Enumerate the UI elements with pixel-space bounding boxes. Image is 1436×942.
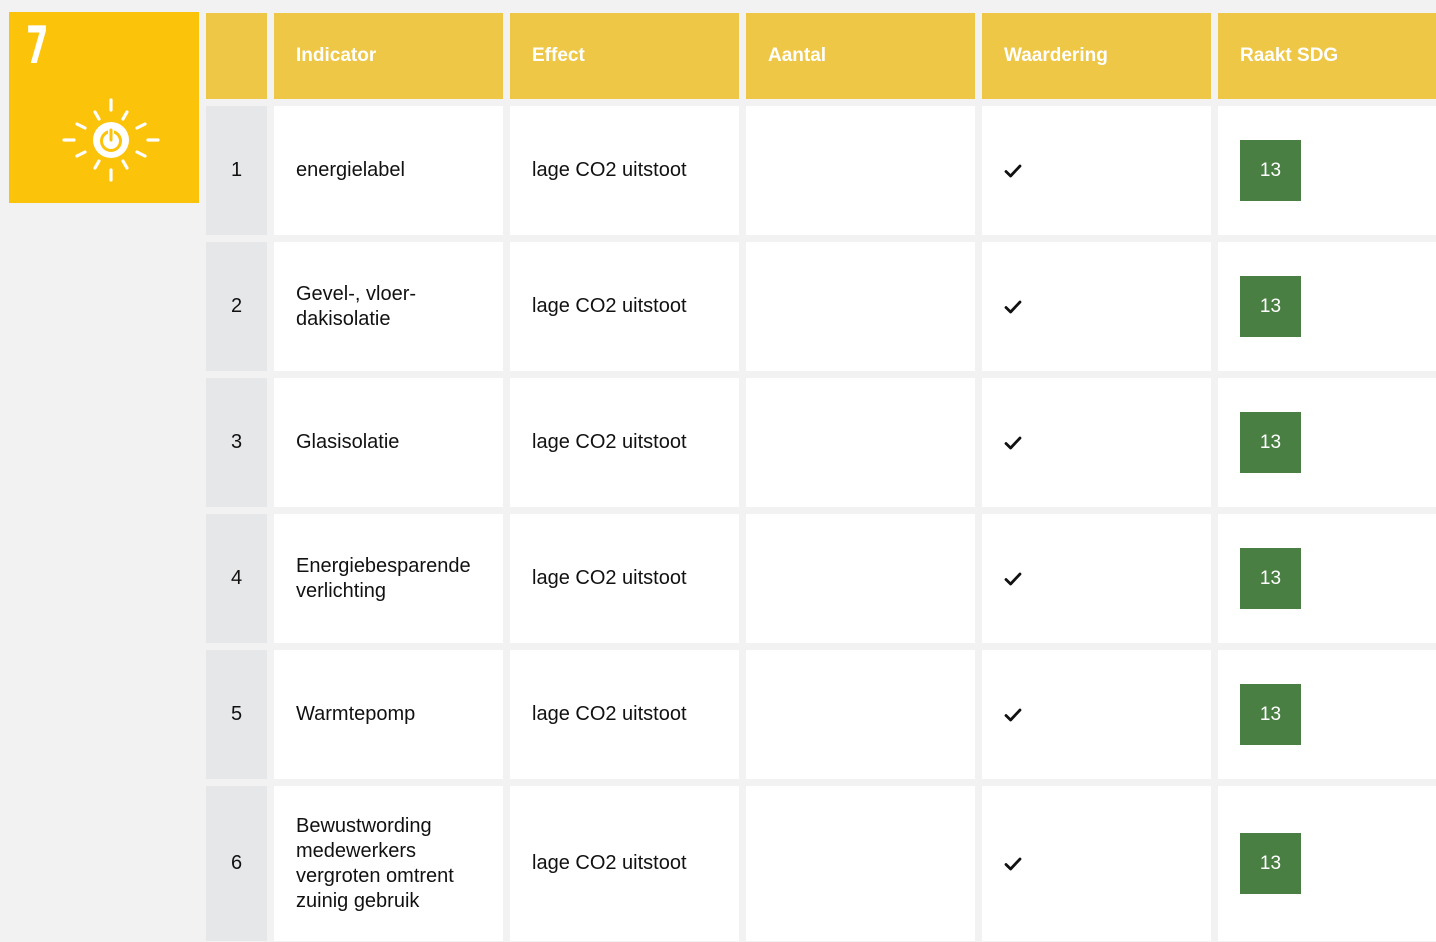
- aantal-cell: [746, 650, 975, 779]
- row-number: 2: [206, 242, 267, 371]
- aantal-cell: [746, 106, 975, 235]
- check-icon: [1004, 572, 1022, 585]
- sdg-13-badge: 13: [1240, 684, 1301, 745]
- aantal-cell: [746, 786, 975, 941]
- indicator-table: Indicator Effect Aantal Waardering Raakt SDG…: [206, 13, 1436, 941]
- effect-cell: lage CO2 uitstoot: [510, 786, 739, 941]
- effect-cell: lage CO2 uitstoot: [510, 242, 739, 371]
- row-number: 4: [206, 514, 267, 643]
- sdg-13-badge: 13: [1240, 833, 1301, 894]
- sdg-13-badge: 13: [1240, 548, 1301, 609]
- indicator-label: Glasisolatie: [296, 431, 400, 453]
- header-effect: Effect: [510, 13, 739, 99]
- indicator-cell: Bewustwording medewerkers vergroten omtr…: [274, 786, 503, 941]
- raakt-sdg-cell: 13: [1218, 786, 1436, 941]
- check-icon: [1004, 300, 1022, 313]
- waardering-cell: [982, 106, 1211, 235]
- aantal-cell: [746, 378, 975, 507]
- sdg-goal-tile: 7: [9, 12, 199, 203]
- indicator-label: Warmtepomp: [296, 703, 416, 725]
- row-number: 3: [206, 378, 267, 507]
- indicator-cell: energielabel: [274, 106, 503, 235]
- check-icon: [1004, 164, 1022, 177]
- sdg-goal-number: 7: [26, 16, 49, 76]
- effect-cell: lage CO2 uitstoot: [510, 378, 739, 507]
- indicator-cell: Energiebesparende verlichting: [274, 514, 503, 643]
- indicator-label: Energiebesparende verlichting: [296, 554, 471, 602]
- aantal-cell: [746, 242, 975, 371]
- indicator-label: energielabel: [296, 159, 405, 181]
- indicator-label: Gevel-, vloer- dakisolatie: [296, 282, 417, 330]
- effect-cell: lage CO2 uitstoot: [510, 514, 739, 643]
- check-icon: [1004, 857, 1022, 870]
- indicator-cell: Gevel-, vloer- dakisolatie: [274, 242, 503, 371]
- sdg-13-badge: 13: [1240, 412, 1301, 473]
- raakt-sdg-cell: 13: [1218, 514, 1436, 643]
- header-aantal: Aantal: [746, 13, 975, 99]
- row-number: 6: [206, 786, 267, 941]
- effect-cell: lage CO2 uitstoot: [510, 650, 739, 779]
- aantal-cell: [746, 514, 975, 643]
- header-raakt-sdg: Raakt SDG: [1218, 13, 1436, 99]
- sdg-13-badge: 13: [1240, 140, 1301, 201]
- raakt-sdg-cell: 13: [1218, 106, 1436, 235]
- indicator-label: Bewustwording medewerkers vergroten omtr…: [296, 814, 454, 912]
- effect-cell: lage CO2 uitstoot: [510, 106, 739, 235]
- waardering-cell: [982, 786, 1211, 941]
- raakt-sdg-cell: 13: [1218, 378, 1436, 507]
- check-icon: [1004, 708, 1022, 721]
- sdg-13-badge: 13: [1240, 276, 1301, 337]
- waardering-cell: [982, 242, 1211, 371]
- row-number: 5: [206, 650, 267, 779]
- indicator-cell: Warmtepomp: [274, 650, 503, 779]
- raakt-sdg-cell: 13: [1218, 242, 1436, 371]
- header-indicator: Indicator: [274, 13, 503, 99]
- waardering-cell: [982, 378, 1211, 507]
- check-icon: [1004, 436, 1022, 449]
- header-corner: [206, 13, 267, 99]
- row-number: 1: [206, 106, 267, 235]
- header-waardering: Waardering: [982, 13, 1211, 99]
- sun-power-icon: [62, 98, 160, 182]
- waardering-cell: [982, 514, 1211, 643]
- waardering-cell: [982, 650, 1211, 779]
- raakt-sdg-cell: 13: [1218, 650, 1436, 779]
- indicator-cell: Glasisolatie: [274, 378, 503, 507]
